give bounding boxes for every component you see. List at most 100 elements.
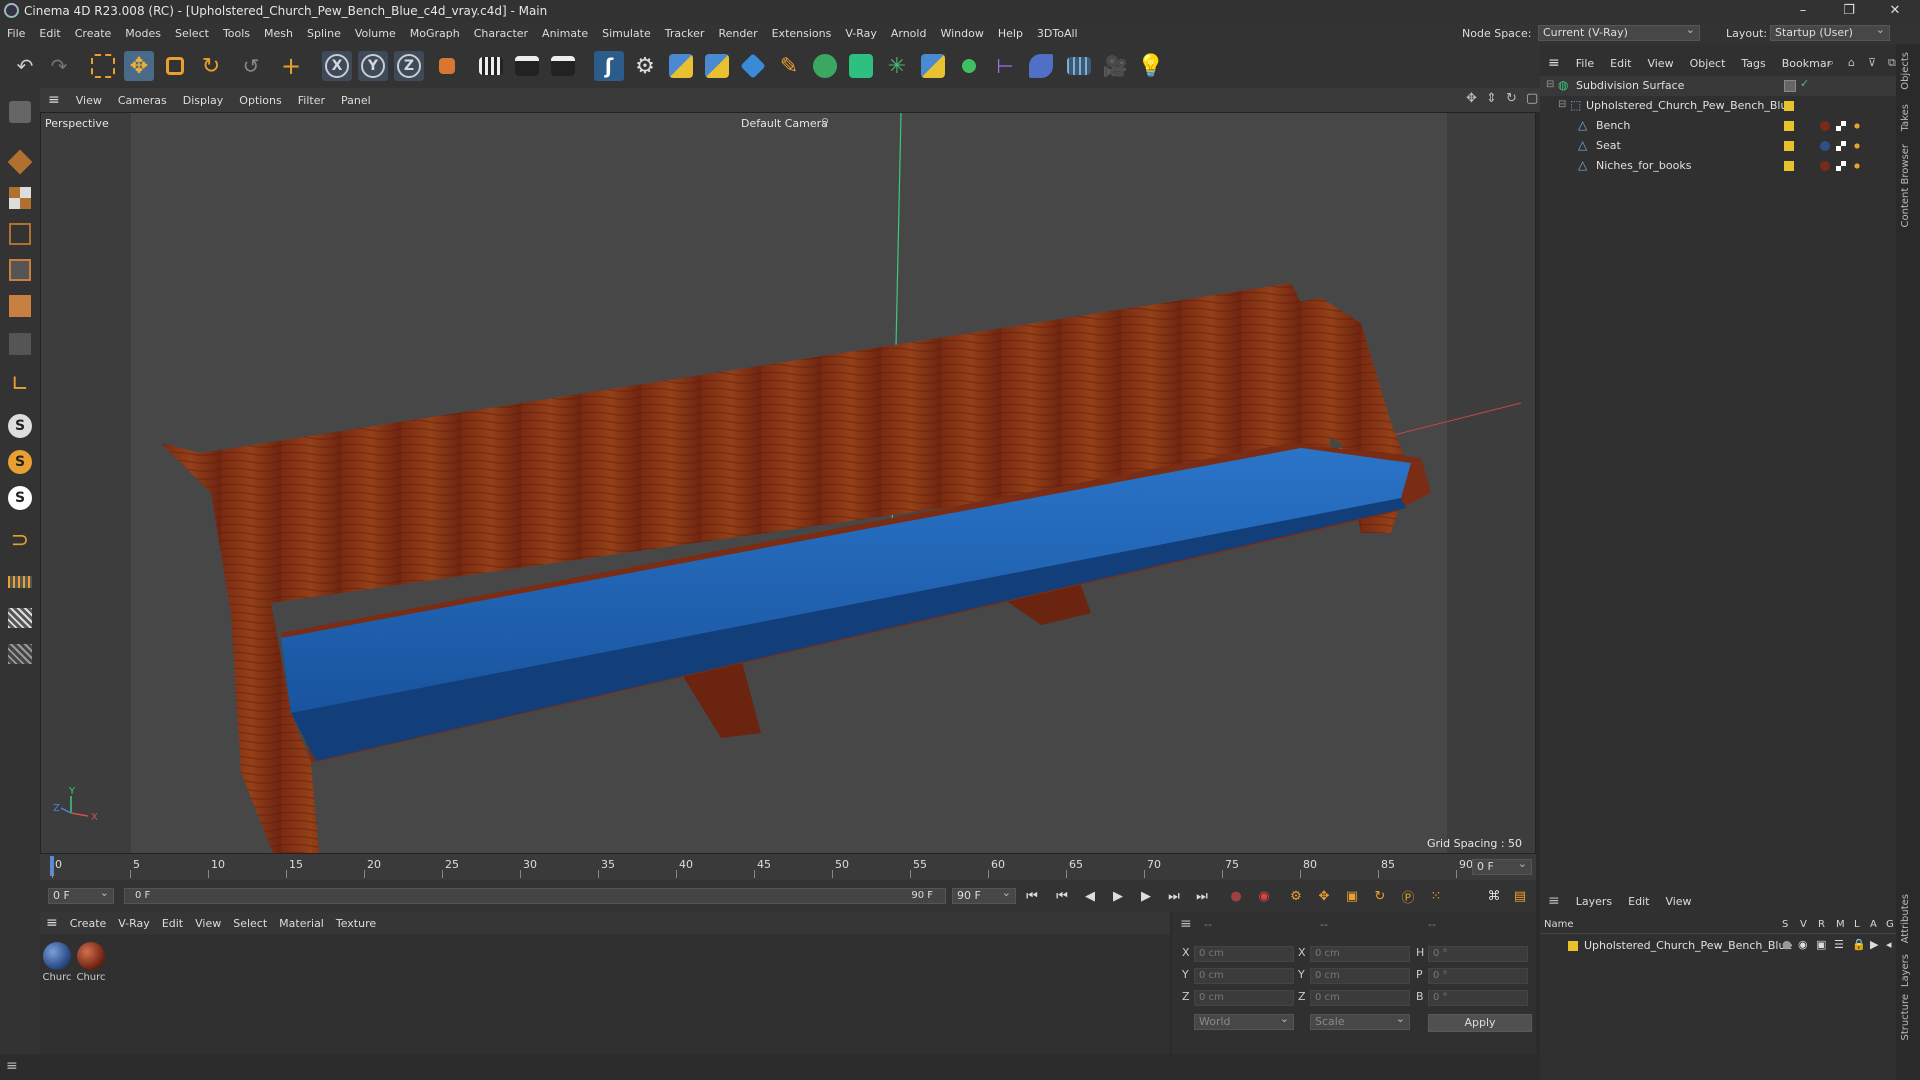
select-tool-button[interactable] xyxy=(88,51,118,81)
material-menu-vray[interactable]: V-Ray xyxy=(112,917,156,930)
size-x-field[interactable]: 0 cm xyxy=(1310,946,1410,962)
timeline-button[interactable]: ▤ xyxy=(1510,886,1530,906)
object-menu-file[interactable]: File xyxy=(1568,57,1602,70)
tab-objects[interactable]: Objects xyxy=(1900,52,1911,90)
snap-button-2[interactable]: S xyxy=(4,446,36,478)
object-row-subdivision[interactable]: ⊟ ◍ Subdivision Surface ✓ xyxy=(1540,76,1896,96)
uv-mode-button[interactable] xyxy=(4,328,36,360)
record-button[interactable]: ● xyxy=(1226,886,1246,906)
object-menu-edit[interactable]: Edit xyxy=(1602,57,1639,70)
vray-button[interactable]: ʃ xyxy=(594,51,624,81)
camera-button[interactable]: 🎥 xyxy=(1100,51,1130,81)
pen-button[interactable]: ✎ xyxy=(774,51,804,81)
snap-button-1[interactable]: S xyxy=(4,410,36,442)
menu-animate[interactable]: Animate xyxy=(535,27,595,40)
menu-3dtoall[interactable]: 3DToAll xyxy=(1030,27,1085,40)
current-frame-field[interactable]: 0 F xyxy=(1472,857,1532,875)
recent-tool-button[interactable]: ↺ xyxy=(236,51,266,81)
menu-select[interactable]: Select xyxy=(168,27,216,40)
menu-mograph[interactable]: MoGraph xyxy=(403,27,467,40)
coordinate-space-select[interactable]: World xyxy=(1194,1012,1294,1030)
uv-tag-icon[interactable] xyxy=(1836,161,1846,171)
scale-tool-button[interactable] xyxy=(160,51,190,81)
x-axis-button[interactable]: X xyxy=(322,51,352,81)
material-swatch[interactable]: Churc xyxy=(76,942,106,983)
start-frame-field[interactable]: 0 F xyxy=(48,886,114,904)
key-rotation-button[interactable]: ↻ xyxy=(1370,886,1390,906)
tab-structure[interactable]: Structure xyxy=(1900,994,1911,1041)
key-parameter-button[interactable]: Ⓟ xyxy=(1398,886,1418,906)
material-menu-texture[interactable]: Texture xyxy=(330,917,382,930)
next-key-button[interactable]: ⏭ xyxy=(1164,886,1184,906)
locked-workplane-button[interactable] xyxy=(4,638,36,670)
floor-button[interactable] xyxy=(1064,51,1094,81)
visible-eye-icon[interactable]: ◉ xyxy=(1798,938,1808,951)
layer-color-icon[interactable] xyxy=(1784,141,1794,151)
material-menu-create[interactable]: Create xyxy=(64,917,113,930)
z-axis-button[interactable]: Z xyxy=(394,51,424,81)
solo-icon[interactable]: ● xyxy=(1782,938,1792,951)
menu-file[interactable]: File xyxy=(0,27,32,40)
rot-b-field[interactable]: 0 ° xyxy=(1428,990,1528,1006)
axis-mode-button[interactable]: ∟ xyxy=(4,368,36,400)
python-button-2[interactable] xyxy=(702,51,732,81)
render-view-button[interactable] xyxy=(476,51,506,81)
menu-window[interactable]: Window xyxy=(933,27,990,40)
object-row-bench[interactable]: △ Bench xyxy=(1540,116,1896,136)
coordinate-system-button[interactable] xyxy=(432,51,462,81)
size-mode-select[interactable]: Scale xyxy=(1310,1012,1410,1030)
menu-help[interactable]: Help xyxy=(991,27,1030,40)
menu-modes[interactable]: Modes xyxy=(118,27,168,40)
cloner-button[interactable]: ✳ xyxy=(882,51,912,81)
autokey-button[interactable]: ◉ xyxy=(1254,886,1274,906)
object-row-niches[interactable]: △ Niches_for_books xyxy=(1540,156,1896,176)
phong-tag-icon[interactable] xyxy=(1852,121,1862,131)
menu-mesh[interactable]: Mesh xyxy=(257,27,300,40)
frame-range-slider[interactable]: 0 F 90 F xyxy=(124,888,946,904)
viewport-menu-display[interactable]: Display xyxy=(175,94,232,107)
minimize-button[interactable]: – xyxy=(1780,0,1826,22)
menu-tools[interactable]: Tools xyxy=(216,27,257,40)
object-menu-tags[interactable]: Tags xyxy=(1733,57,1773,70)
timeline-ruler[interactable]: 0 5 10 15 20 25 30 35 40 45 50 55 60 65 70 75 80 85 90 0 F xyxy=(40,854,1536,880)
go-to-start-button[interactable]: ⏮ xyxy=(1022,886,1042,906)
collapse-icon[interactable]: ⊟ xyxy=(1546,79,1554,90)
maximize-button[interactable]: ❐ xyxy=(1826,0,1872,22)
object-menu-object[interactable]: Object xyxy=(1682,57,1734,70)
layer-row[interactable]: Upholstered_Church_Pew_Bench_Blue ● ◉ ▣ … xyxy=(1540,936,1896,956)
menu-volume[interactable]: Volume xyxy=(348,27,403,40)
python-button-3[interactable] xyxy=(918,51,948,81)
mograph-button[interactable] xyxy=(954,51,984,81)
menu-spline[interactable]: Spline xyxy=(300,27,348,40)
object-row-pew[interactable]: ⊟ ⬚ Upholstered_Church_Pew_Bench_Blue xyxy=(1540,96,1896,116)
edges-mode-button[interactable] xyxy=(4,254,36,286)
keyframe-selection-button[interactable]: ⚙ xyxy=(1286,886,1306,906)
status-hamburger-icon[interactable]: ≡ xyxy=(6,1058,18,1074)
subdivision-button[interactable] xyxy=(810,51,840,81)
size-y-field[interactable]: 0 cm xyxy=(1310,968,1410,984)
material-menu-material[interactable]: Material xyxy=(273,917,330,930)
collapse-icon[interactable]: ⊟ xyxy=(1558,99,1566,110)
menu-extensions[interactable]: Extensions xyxy=(765,27,839,40)
move-tool-button[interactable]: ✥ xyxy=(124,51,154,81)
pos-y-field[interactable]: 0 cm xyxy=(1194,968,1294,984)
material-tag-icon[interactable] xyxy=(1820,121,1830,131)
pos-z-field[interactable]: 0 cm xyxy=(1194,990,1294,1006)
key-pla-button[interactable]: ⁙ xyxy=(1426,886,1446,906)
menu-render[interactable]: Render xyxy=(711,27,764,40)
tab-takes[interactable]: Takes xyxy=(1900,104,1911,131)
layer-color-icon[interactable] xyxy=(1568,941,1578,951)
tab-content-browser[interactable]: Content Browser xyxy=(1900,144,1911,227)
phong-tag-icon[interactable] xyxy=(1852,141,1862,151)
go-to-end-button[interactable]: ⏭ xyxy=(1192,886,1212,906)
python-button-1[interactable] xyxy=(666,51,696,81)
deformer-button[interactable] xyxy=(1026,51,1056,81)
rotate-tool-button[interactable]: ↻ xyxy=(196,51,226,81)
render-icon[interactable]: ▣ xyxy=(1816,938,1826,951)
menu-arnold[interactable]: Arnold xyxy=(884,27,934,40)
material-tag-icon[interactable] xyxy=(1820,161,1830,171)
object-row-seat[interactable]: △ Seat xyxy=(1540,136,1896,156)
layer-menu-edit[interactable]: Edit xyxy=(1620,895,1657,908)
magnet-button[interactable]: ⊃ xyxy=(4,524,36,556)
layer-menu-layers[interactable]: Layers xyxy=(1568,895,1620,908)
